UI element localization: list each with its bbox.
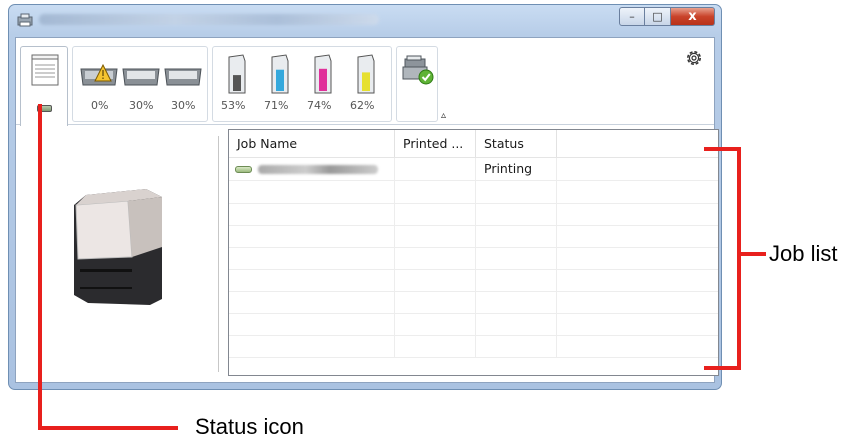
empty-cell xyxy=(395,247,476,269)
empty-cell xyxy=(476,313,557,335)
printed-cell xyxy=(395,158,476,180)
toner-group[interactable]: 53% 71% 74% 62% xyxy=(212,46,392,122)
status-icon-leader-vertical xyxy=(38,104,42,430)
empty-cell xyxy=(395,225,476,247)
table-row xyxy=(229,335,718,358)
empty-cell xyxy=(229,225,395,247)
device-ok-icon xyxy=(402,55,434,85)
empty-cell xyxy=(476,181,557,203)
printer-image xyxy=(74,189,162,305)
empty-cell xyxy=(229,181,395,203)
toner-yellow-level: 62% xyxy=(350,99,375,112)
status-toolbar: 0% 30% 30% 53% 71% 74% 62% ▵ xyxy=(16,38,714,126)
tray-1-level: 0% xyxy=(91,99,109,112)
window-title-blurred xyxy=(39,14,379,25)
column-job-name[interactable]: Job Name xyxy=(229,130,395,157)
client-area: 0% 30% 30% 53% 71% 74% 62% ▵ Job Name Pr… xyxy=(15,37,719,383)
window-title xyxy=(9,5,10,6)
window-controls: – □ x xyxy=(619,7,715,27)
close-button[interactable]: x xyxy=(671,7,715,26)
paper-tray-icon xyxy=(164,68,202,86)
document-icon xyxy=(235,166,252,173)
empty-cell xyxy=(476,247,557,269)
empty-cell xyxy=(229,247,395,269)
status-icon-label: Status icon xyxy=(195,414,304,439)
tray-2-level: 30% xyxy=(129,99,154,112)
table-row[interactable]: Printing xyxy=(229,158,718,181)
job-list-bracket-vertical xyxy=(737,147,741,370)
paper-stack-icon xyxy=(31,54,59,86)
status-icon-leader-horizontal xyxy=(38,426,178,430)
pane-splitter[interactable] xyxy=(218,136,219,372)
empty-cell xyxy=(395,203,476,225)
empty-cell xyxy=(229,313,395,335)
printer-image-pane xyxy=(16,125,216,382)
status-monitor-window: – □ x 0% 30% 30% 53% 71% 74% 62% ▵ Job N… xyxy=(8,4,722,390)
chevron-up-icon[interactable]: ▵ xyxy=(441,110,446,121)
table-row xyxy=(229,313,718,336)
paper-tray-warning-icon xyxy=(80,63,118,86)
close-icon: x xyxy=(688,9,697,24)
empty-cell xyxy=(229,203,395,225)
empty-cell xyxy=(395,181,476,203)
job-list-leader xyxy=(741,252,766,256)
status-cell: Printing xyxy=(476,158,557,180)
toner-cartridge-icon xyxy=(228,54,246,94)
empty-cell xyxy=(229,335,395,357)
table-row xyxy=(229,269,718,292)
toner-cartridges xyxy=(228,54,375,94)
tray-3-level: 30% xyxy=(171,99,196,112)
job-name-blurred xyxy=(258,165,378,174)
job-list-header: Job Name Printed ... Status xyxy=(229,130,718,158)
empty-cell xyxy=(476,291,557,313)
empty-cell xyxy=(395,313,476,335)
column-status[interactable]: Status xyxy=(476,130,557,157)
paper-tray-group[interactable]: 0% 30% 30% xyxy=(72,46,208,122)
toner-cartridge-icon xyxy=(314,54,332,94)
empty-cell xyxy=(476,269,557,291)
tab-print-queue[interactable] xyxy=(20,46,68,126)
minimize-button[interactable]: – xyxy=(619,7,645,26)
column-printed[interactable]: Printed ... xyxy=(395,130,476,157)
empty-cell xyxy=(476,225,557,247)
job-list-bracket-bottom xyxy=(704,366,741,370)
job-list-label: Job list xyxy=(769,241,838,266)
table-row xyxy=(229,203,718,226)
toner-cartridge-icon xyxy=(357,54,375,94)
maximize-icon: □ xyxy=(652,10,663,23)
empty-cell xyxy=(476,203,557,225)
printer-app-icon xyxy=(17,13,33,27)
empty-cell xyxy=(229,269,395,291)
toner-magenta-level: 74% xyxy=(307,99,332,112)
title-bar[interactable]: – □ x xyxy=(9,5,721,35)
job-name-cell xyxy=(229,158,395,180)
empty-cell xyxy=(395,335,476,357)
gear-icon[interactable] xyxy=(684,48,704,68)
maximize-button[interactable]: □ xyxy=(645,7,671,26)
toner-cartridge-icon xyxy=(271,54,289,94)
toner-cyan-level: 71% xyxy=(264,99,289,112)
job-list-bracket-top xyxy=(704,147,741,151)
table-row xyxy=(229,291,718,314)
empty-cell xyxy=(476,335,557,357)
paper-tray-icon xyxy=(122,68,160,86)
device-status-group[interactable] xyxy=(396,46,438,122)
empty-cell xyxy=(395,291,476,313)
job-list[interactable]: Job Name Printed ... Status Printing xyxy=(228,129,719,376)
table-row xyxy=(229,181,718,204)
table-row xyxy=(229,225,718,248)
minimize-icon: – xyxy=(629,10,635,23)
empty-cell xyxy=(229,291,395,313)
table-row xyxy=(229,247,718,270)
toner-black-level: 53% xyxy=(221,99,246,112)
empty-cell xyxy=(395,269,476,291)
